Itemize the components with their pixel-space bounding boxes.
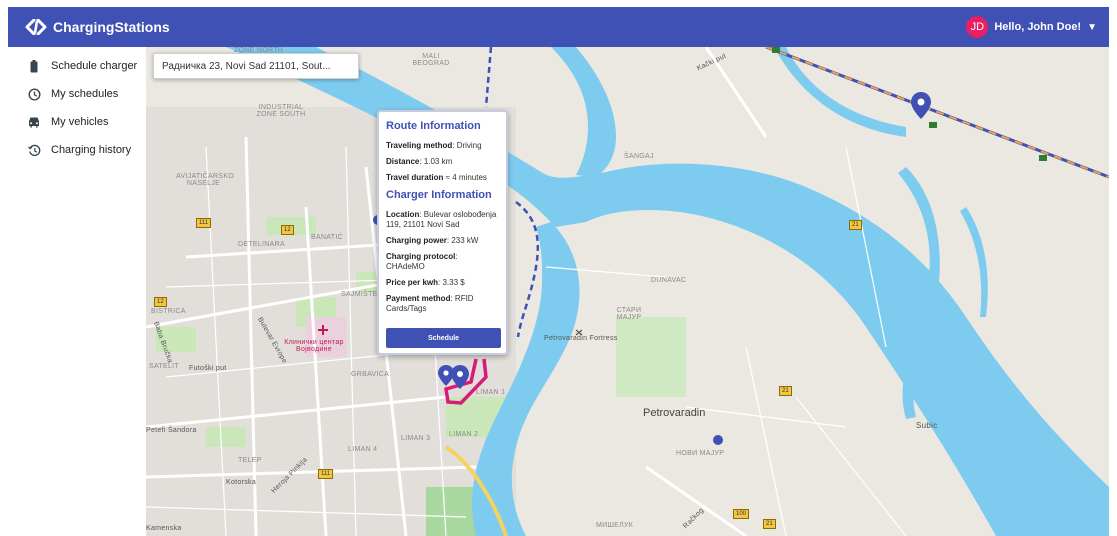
user-menu[interactable]: JD Hello, John Doe! ▼ [966, 7, 1097, 47]
protocol-value: CHAdeMO [386, 262, 425, 271]
map-label: СТАРИ МАЈУР [616, 307, 642, 321]
price-row: Price per kwh: 3.33 $ [386, 278, 465, 287]
payment-row: Payment method: RFID Cards/Tags [386, 294, 474, 313]
price-value: 3.33 $ [442, 278, 465, 287]
route-info-popup: Route Information Traveling method: Driv… [377, 110, 508, 355]
field-label: Charging protocol [386, 252, 456, 261]
road-shield: 21 [763, 519, 776, 529]
distance-row: Distance: 1.03 km [386, 157, 453, 166]
map-label: Subic [916, 421, 938, 430]
map-label: DETELINARA [238, 241, 285, 248]
road-shield: 111 [318, 469, 334, 479]
distance-value: 1.03 km [423, 157, 453, 166]
map-label: Petefi Šandora [146, 427, 197, 434]
field-label: Price per kwh [386, 278, 439, 287]
sidebar: Schedule charger My schedules My vehicle… [8, 47, 146, 536]
sidebar-item-label: Charging history [51, 144, 132, 156]
app-title: ChargingStations [53, 19, 170, 35]
avatar[interactable]: JD [966, 16, 989, 38]
map-label: BISTRICA [151, 308, 186, 315]
sidebar-item-charging-history[interactable]: Charging history [8, 136, 146, 164]
power-row: Charging power: 233 kW [386, 236, 479, 245]
field-label: Traveling method [386, 141, 453, 150]
map-label: Futoški put [189, 365, 227, 372]
sidebar-item-my-schedules[interactable]: My schedules [8, 80, 146, 108]
map-label: LIMAN 1 [476, 389, 506, 396]
map-label: DUNAVAC [651, 277, 687, 284]
map-label: Petrovaradin Fortress [544, 335, 618, 342]
map-label: MALI BEOGRAD [412, 53, 450, 67]
protocol-row: Charging protocol: CHAdeMO [386, 252, 458, 271]
road-shield: 111 [196, 218, 212, 228]
map-label: Petrovaradin [643, 407, 706, 419]
charger-info-title: Charger Information [386, 189, 492, 201]
map-label: AVIJATIČARSKO NASELJE [176, 173, 235, 187]
map-label: INDUSTRIAL ZONE SOUTH [256, 104, 306, 118]
road-shield: 12 [154, 297, 167, 307]
field-label: Charging power [386, 236, 447, 245]
map-base [146, 47, 1109, 536]
map-label: LIMAN 4 [348, 446, 378, 453]
power-value: 233 kW [451, 236, 479, 245]
route-info-title: Route Information [386, 120, 481, 132]
map-label: МИШЕЛУК [596, 522, 634, 529]
brand[interactable]: ChargingStations [25, 7, 170, 47]
map-label: НОВИ МАЈУР [676, 450, 725, 457]
map-label: BANATIĆ [311, 234, 343, 241]
sidebar-item-label: My schedules [51, 88, 119, 100]
road-shield: 21 [779, 386, 792, 396]
traveling-method-value: Driving [456, 141, 482, 150]
location-row: Location: Bulevar oslobođenja 119, 21101… [386, 210, 497, 229]
field-label: Travel duration [386, 173, 444, 182]
map-label: SATELIT [149, 363, 179, 370]
chevron-down-icon[interactable]: ▼ [1087, 22, 1097, 33]
map-label: LIMAN 2 [449, 431, 479, 438]
clock-icon [27, 87, 41, 101]
sidebar-item-label: Schedule charger [51, 60, 138, 72]
map-label: SAJMIŠTE [341, 291, 378, 298]
app-window: ChargingStations JD Hello, John Doe! ▼ S… [8, 7, 1109, 536]
sidebar-item-schedule-charger[interactable]: Schedule charger [8, 52, 146, 80]
road-shield: 12 [281, 225, 294, 235]
map-view[interactable]: ZONE NORTH MALI BEOGRAD INDUSTRIAL ZONE … [146, 47, 1109, 536]
road-shield: 21 [849, 220, 862, 230]
user-greeting[interactable]: Hello, John Doe! [994, 21, 1081, 33]
map-label: TELEP [238, 457, 262, 464]
field-label: Distance [386, 157, 420, 166]
traveling-method-row: Traveling method: Driving [386, 141, 482, 150]
battery-icon [27, 59, 41, 73]
sidebar-item-label: My vehicles [51, 116, 109, 128]
map-label: Kamenska [146, 525, 182, 532]
car-icon [27, 115, 41, 129]
sidebar-item-my-vehicles[interactable]: My vehicles [8, 108, 146, 136]
schedule-button[interactable]: Schedule [386, 328, 501, 348]
top-app-bar: ChargingStations JD Hello, John Doe! ▼ [8, 7, 1109, 47]
logo-icon [25, 19, 47, 35]
map-label: Клинички центар Војводине [284, 339, 344, 353]
duration-value: 4 minutes [452, 173, 487, 182]
road-shield: 100 [733, 509, 750, 519]
map-label: Kotorska [226, 479, 257, 486]
duration-row: Travel duration ≈ 4 minutes [386, 173, 487, 182]
history-icon [27, 143, 41, 157]
map-label: LIMAN 3 [401, 435, 431, 442]
map-label: GRBAVICA [351, 371, 390, 378]
search-input[interactable] [153, 53, 359, 79]
map-label: ŠANGAJ [624, 153, 654, 160]
field-label: Location [386, 210, 420, 219]
field-label: Payment method [386, 294, 451, 303]
